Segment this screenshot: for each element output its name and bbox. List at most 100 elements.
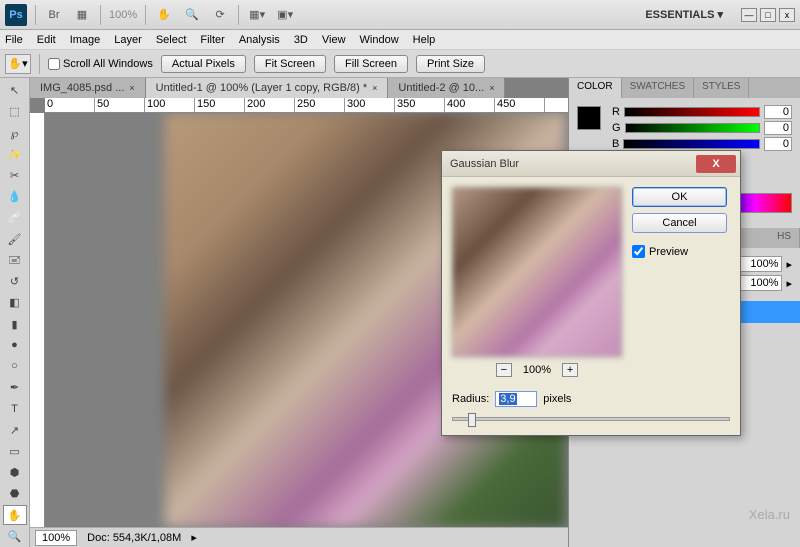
preview-checkbox[interactable]: Preview	[632, 245, 727, 258]
color-panel-tab[interactable]: COLOR	[569, 78, 622, 98]
zoom-out-button[interactable]: −	[496, 363, 512, 377]
radius-label: Radius:	[452, 393, 489, 405]
scroll-all-label: Scroll All Windows	[63, 58, 153, 70]
menu-window[interactable]: Window	[360, 34, 399, 46]
document-tab[interactable]: Untitled-2 @ 10... ×	[388, 78, 505, 98]
move-tool-icon[interactable]: ↖	[3, 81, 27, 100]
ruler-horizontal: 050100150200250300350400450	[45, 98, 568, 113]
dialog-preview-image[interactable]	[452, 187, 622, 357]
dialog-titlebar[interactable]: Gaussian Blur X	[442, 151, 740, 177]
swatches-panel-tab[interactable]: SWATCHES	[622, 78, 695, 98]
fill-field[interactable]: 100%	[737, 275, 782, 291]
crop-tool-icon[interactable]: ✂	[3, 166, 27, 185]
menu-view[interactable]: View	[322, 34, 346, 46]
dialog-close-button[interactable]: X	[696, 155, 736, 173]
options-bar: ✋▾ Scroll All Windows Actual Pixels Fit …	[0, 50, 800, 78]
marquee-tool-icon[interactable]: ⬚	[3, 102, 27, 121]
zoom-level[interactable]: 100%	[109, 9, 137, 21]
tab-label: Untitled-2 @ 10...	[398, 82, 484, 94]
3d-camera-icon[interactable]: ⬣	[3, 484, 27, 503]
menu-analysis[interactable]: Analysis	[239, 34, 280, 46]
menu-image[interactable]: Image	[70, 34, 101, 46]
zoom-tool-icon[interactable]: 🔍	[3, 527, 27, 546]
ruler-vertical	[30, 113, 45, 527]
gaussian-blur-dialog: Gaussian Blur X − 100% + OK Cancel Previ…	[441, 150, 741, 436]
styles-panel-tab[interactable]: STYLES	[694, 78, 749, 98]
watermark: Xela.ru	[749, 507, 790, 522]
ok-button[interactable]: OK	[632, 187, 727, 207]
eyedropper-tool-icon[interactable]: 💧	[3, 187, 27, 206]
app-topbar: Ps Br ▦ 100% ✋ 🔍 ⟳ ▦▾ ▣▾ ESSENTIALS ▾ — …	[0, 0, 800, 30]
ps-logo-icon: Ps	[5, 4, 27, 26]
radius-unit: pixels	[543, 393, 571, 405]
opacity-field[interactable]: 100%	[737, 256, 782, 272]
radius-slider[interactable]	[452, 417, 730, 421]
blur-tool-icon[interactable]: ●	[3, 336, 27, 355]
pen-tool-icon[interactable]: ✒	[3, 378, 27, 397]
screenmode-icon[interactable]: ▣▾	[275, 6, 295, 24]
green-slider[interactable]	[625, 123, 760, 133]
minimize-icon[interactable]: —	[741, 8, 757, 22]
menu-bar: File Edit Image Layer Select Filter Anal…	[0, 30, 800, 50]
red-slider[interactable]	[624, 107, 760, 117]
stamp-tool-icon[interactable]: 🖃	[3, 251, 27, 270]
fit-screen-button[interactable]: Fit Screen	[254, 55, 326, 73]
tab-close-icon[interactable]: ×	[489, 83, 494, 93]
scroll-all-checkbox[interactable]: Scroll All Windows	[48, 58, 153, 70]
status-doc-size: Doc: 554,3K/1,08M	[87, 532, 181, 544]
menu-edit[interactable]: Edit	[37, 34, 56, 46]
actual-pixels-button[interactable]: Actual Pixels	[161, 55, 246, 73]
gradient-tool-icon[interactable]: ▮	[3, 314, 27, 333]
bridge-icon[interactable]: Br	[44, 6, 64, 24]
menu-select[interactable]: Select	[156, 34, 187, 46]
3d-tool-icon[interactable]: ⬢	[3, 463, 27, 482]
status-bar: 100% Doc: 554,3K/1,08M ▸	[30, 527, 568, 547]
menu-layer[interactable]: Layer	[114, 34, 142, 46]
dialog-title-text: Gaussian Blur	[450, 158, 519, 170]
history-brush-icon[interactable]: ↺	[3, 272, 27, 291]
document-tab-active[interactable]: Untitled-1 @ 100% (Layer 1 copy, RGB/8) …	[146, 78, 389, 98]
lasso-tool-icon[interactable]: ℘	[3, 123, 27, 142]
fill-screen-button[interactable]: Fill Screen	[334, 55, 408, 73]
heal-tool-icon[interactable]: 🩹	[3, 208, 27, 227]
red-value[interactable]: 0	[764, 105, 792, 119]
history-icon[interactable]: ▦	[72, 6, 92, 24]
type-tool-icon[interactable]: T	[3, 399, 27, 418]
maximize-icon[interactable]: □	[760, 8, 776, 22]
shape-tool-icon[interactable]: ▭	[3, 442, 27, 461]
cancel-button[interactable]: Cancel	[632, 213, 727, 233]
print-size-button[interactable]: Print Size	[416, 55, 485, 73]
slider-thumb-icon[interactable]	[468, 413, 476, 427]
menu-help[interactable]: Help	[413, 34, 436, 46]
status-zoom[interactable]: 100%	[35, 530, 77, 546]
close-icon[interactable]: x	[779, 8, 795, 22]
dodge-tool-icon[interactable]: ○	[3, 357, 27, 376]
blue-slider[interactable]	[623, 139, 760, 149]
menu-filter[interactable]: Filter	[200, 34, 224, 46]
document-tab[interactable]: IMG_4085.psd ...×	[30, 78, 146, 98]
arrange-icon[interactable]: ▦▾	[247, 6, 267, 24]
rotate-icon[interactable]: ⟳	[210, 6, 230, 24]
workspace-switcher[interactable]: ESSENTIALS ▾	[635, 6, 733, 23]
tab-label: Untitled-1 @ 100% (Layer 1 copy, RGB/8) …	[156, 82, 368, 94]
foreground-color-swatch[interactable]	[577, 106, 601, 130]
tab-close-icon[interactable]: ×	[129, 83, 134, 93]
hand-tool-icon[interactable]: ✋▾	[5, 54, 31, 74]
radius-input[interactable]: 3,9	[495, 391, 537, 407]
tab-close-icon[interactable]: ×	[372, 83, 377, 93]
tool-palette: ↖ ⬚ ℘ ✨ ✂ 💧 🩹 🖌 🖃 ↺ ◧ ▮ ● ○ ✒ T ↗ ▭ ⬢ ⬣ …	[0, 78, 30, 547]
hand-icon[interactable]: ✋	[154, 6, 174, 24]
menu-3d[interactable]: 3D	[294, 34, 308, 46]
zoom-icon[interactable]: 🔍	[182, 6, 202, 24]
wand-tool-icon[interactable]: ✨	[3, 145, 27, 164]
paths-panel-tab[interactable]: HS	[769, 228, 800, 248]
path-tool-icon[interactable]: ↗	[3, 421, 27, 440]
green-value[interactable]: 0	[764, 121, 792, 135]
eraser-tool-icon[interactable]: ◧	[3, 293, 27, 312]
blue-value[interactable]: 0	[764, 137, 792, 151]
menu-file[interactable]: File	[5, 34, 23, 46]
hand-tool-icon[interactable]: ✋	[3, 505, 27, 524]
brush-tool-icon[interactable]: 🖌	[3, 230, 27, 249]
zoom-in-button[interactable]: +	[562, 363, 578, 377]
dialog-zoom-label: 100%	[523, 364, 551, 376]
